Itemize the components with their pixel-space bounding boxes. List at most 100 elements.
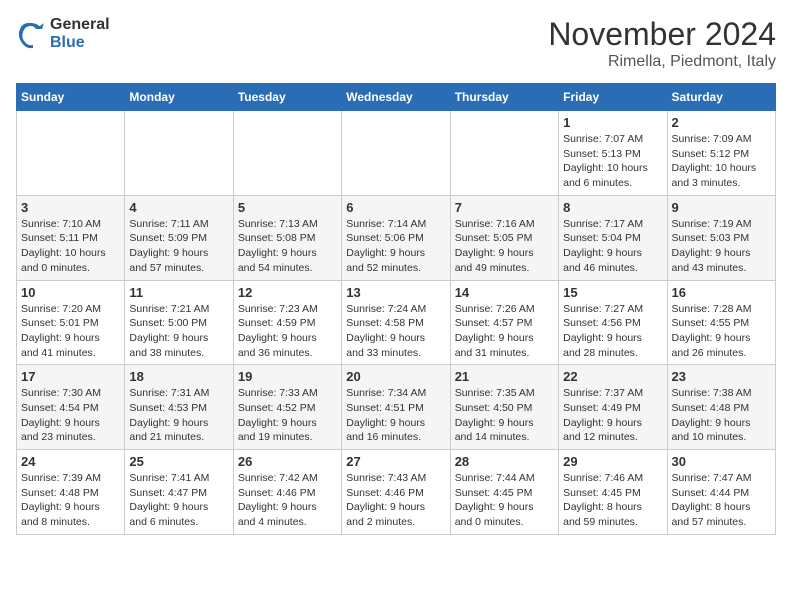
day-info: Sunrise: 7:37 AM Sunset: 4:49 PM Dayligh… [563,386,662,445]
calendar-cell: 23 Sunrise: 7:38 AM Sunset: 4:48 PM Dayli… [667,365,775,450]
day-info: Sunrise: 7:16 AM Sunset: 5:05 PM Dayligh… [455,217,554,276]
calendar-cell: 20 Sunrise: 7:34 AM Sunset: 4:51 PM Dayli… [342,365,450,450]
calendar-cell: 28 Sunrise: 7:44 AM Sunset: 4:45 PM Dayli… [450,450,558,535]
month-title: November 2024 [548,16,776,53]
day-number: 4 [129,200,228,215]
weekday-header-sunday: Sunday [17,84,125,111]
calendar-cell: 22 Sunrise: 7:37 AM Sunset: 4:49 PM Dayli… [559,365,667,450]
calendar-cell: 8 Sunrise: 7:17 AM Sunset: 5:04 PM Daylig… [559,195,667,280]
calendar-cell: 21 Sunrise: 7:35 AM Sunset: 4:50 PM Dayli… [450,365,558,450]
calendar-cell: 2 Sunrise: 7:09 AM Sunset: 5:12 PM Daylig… [667,111,775,196]
day-number: 9 [672,200,771,215]
day-number: 23 [672,369,771,384]
day-number: 19 [238,369,337,384]
calendar-cell: 13 Sunrise: 7:24 AM Sunset: 4:58 PM Dayli… [342,280,450,365]
location: Rimella, Piedmont, Italy [548,53,776,71]
week-row-4: 17Sunrise: 7:30 AM Sunset: 4:54 PM Dayli… [17,365,776,450]
day-info: Sunrise: 7:27 AM Sunset: 4:56 PM Dayligh… [563,302,662,361]
day-info: Sunrise: 7:38 AM Sunset: 4:48 PM Dayligh… [672,386,771,445]
day-info: Sunrise: 7:46 AM Sunset: 4:45 PM Dayligh… [563,471,662,530]
day-number: 15 [563,285,662,300]
week-row-5: 24Sunrise: 7:39 AM Sunset: 4:48 PM Dayli… [17,450,776,535]
weekday-header-row: SundayMondayTuesdayWednesdayThursdayFrid… [17,84,776,111]
calendar-cell: 17Sunrise: 7:30 AM Sunset: 4:54 PM Dayli… [17,365,125,450]
day-info: Sunrise: 7:41 AM Sunset: 4:47 PM Dayligh… [129,471,228,530]
calendar-cell [342,111,450,196]
day-info: Sunrise: 7:28 AM Sunset: 4:55 PM Dayligh… [672,302,771,361]
day-number: 24 [21,454,120,469]
day-number: 28 [455,454,554,469]
logo-text: General Blue [50,16,110,52]
day-info: Sunrise: 7:17 AM Sunset: 5:04 PM Dayligh… [563,217,662,276]
logo-blue: Blue [50,34,110,52]
calendar-cell: 10 Sunrise: 7:20 AM Sunset: 5:01 PM Dayli… [17,280,125,365]
day-info: Sunrise: 7:20 AM Sunset: 5:01 PM Dayligh… [21,302,120,361]
day-number: 6 [346,200,445,215]
logo-icon [16,19,46,49]
day-number: 16 [672,285,771,300]
calendar-cell: 24Sunrise: 7:39 AM Sunset: 4:48 PM Dayli… [17,450,125,535]
calendar-cell: 15 Sunrise: 7:27 AM Sunset: 4:56 PM Dayli… [559,280,667,365]
day-number: 18 [129,369,228,384]
page-header: General Blue November 2024 Rimella, Pied… [16,16,776,71]
calendar-cell: 6 Sunrise: 7:14 AM Sunset: 5:06 PM Daylig… [342,195,450,280]
calendar-cell [125,111,233,196]
day-info: Sunrise: 7:11 AM Sunset: 5:09 PM Dayligh… [129,217,228,276]
day-number: 10 [21,285,120,300]
day-number: 12 [238,285,337,300]
day-number: 14 [455,285,554,300]
day-info: Sunrise: 7:21 AM Sunset: 5:00 PM Dayligh… [129,302,228,361]
day-info: Sunrise: 7:10 AM Sunset: 5:11 PM Dayligh… [21,217,120,276]
calendar-cell: 4 Sunrise: 7:11 AM Sunset: 5:09 PM Daylig… [125,195,233,280]
day-info: Sunrise: 7:35 AM Sunset: 4:50 PM Dayligh… [455,386,554,445]
day-number: 22 [563,369,662,384]
calendar-cell [233,111,341,196]
calendar-cell: 30 Sunrise: 7:47 AM Sunset: 4:44 PM Dayli… [667,450,775,535]
calendar-cell: 16 Sunrise: 7:28 AM Sunset: 4:55 PM Dayli… [667,280,775,365]
calendar-cell [17,111,125,196]
day-info: Sunrise: 7:43 AM Sunset: 4:46 PM Dayligh… [346,471,445,530]
day-info: Sunrise: 7:13 AM Sunset: 5:08 PM Dayligh… [238,217,337,276]
calendar: SundayMondayTuesdayWednesdayThursdayFrid… [16,83,776,535]
calendar-cell: 1Sunrise: 7:07 AM Sunset: 5:13 PM Daylig… [559,111,667,196]
day-info: Sunrise: 7:44 AM Sunset: 4:45 PM Dayligh… [455,471,554,530]
day-info: Sunrise: 7:09 AM Sunset: 5:12 PM Dayligh… [672,132,771,191]
day-info: Sunrise: 7:42 AM Sunset: 4:46 PM Dayligh… [238,471,337,530]
calendar-cell: 14Sunrise: 7:26 AM Sunset: 4:57 PM Dayli… [450,280,558,365]
day-number: 13 [346,285,445,300]
day-info: Sunrise: 7:07 AM Sunset: 5:13 PM Dayligh… [563,132,662,191]
day-number: 25 [129,454,228,469]
day-info: Sunrise: 7:47 AM Sunset: 4:44 PM Dayligh… [672,471,771,530]
weekday-header-wednesday: Wednesday [342,84,450,111]
day-info: Sunrise: 7:14 AM Sunset: 5:06 PM Dayligh… [346,217,445,276]
title-block: November 2024 Rimella, Piedmont, Italy [548,16,776,71]
day-info: Sunrise: 7:33 AM Sunset: 4:52 PM Dayligh… [238,386,337,445]
weekday-header-tuesday: Tuesday [233,84,341,111]
calendar-cell [450,111,558,196]
weekday-header-friday: Friday [559,84,667,111]
day-info: Sunrise: 7:19 AM Sunset: 5:03 PM Dayligh… [672,217,771,276]
week-row-3: 10 Sunrise: 7:20 AM Sunset: 5:01 PM Dayli… [17,280,776,365]
calendar-cell: 3Sunrise: 7:10 AM Sunset: 5:11 PM Daylig… [17,195,125,280]
week-row-2: 3Sunrise: 7:10 AM Sunset: 5:11 PM Daylig… [17,195,776,280]
calendar-cell: 5 Sunrise: 7:13 AM Sunset: 5:08 PM Daylig… [233,195,341,280]
weekday-header-saturday: Saturday [667,84,775,111]
calendar-cell: 29 Sunrise: 7:46 AM Sunset: 4:45 PM Dayli… [559,450,667,535]
day-info: Sunrise: 7:34 AM Sunset: 4:51 PM Dayligh… [346,386,445,445]
day-number: 2 [672,115,771,130]
day-info: Sunrise: 7:24 AM Sunset: 4:58 PM Dayligh… [346,302,445,361]
calendar-cell: 25 Sunrise: 7:41 AM Sunset: 4:47 PM Dayli… [125,450,233,535]
calendar-cell: 12Sunrise: 7:23 AM Sunset: 4:59 PM Dayli… [233,280,341,365]
day-number: 21 [455,369,554,384]
weekday-header-monday: Monday [125,84,233,111]
day-number: 8 [563,200,662,215]
day-info: Sunrise: 7:31 AM Sunset: 4:53 PM Dayligh… [129,386,228,445]
day-number: 29 [563,454,662,469]
day-number: 30 [672,454,771,469]
day-number: 17 [21,369,120,384]
logo-general: General [50,16,110,34]
week-row-1: 1Sunrise: 7:07 AM Sunset: 5:13 PM Daylig… [17,111,776,196]
day-number: 5 [238,200,337,215]
day-number: 20 [346,369,445,384]
logo: General Blue [16,16,110,52]
